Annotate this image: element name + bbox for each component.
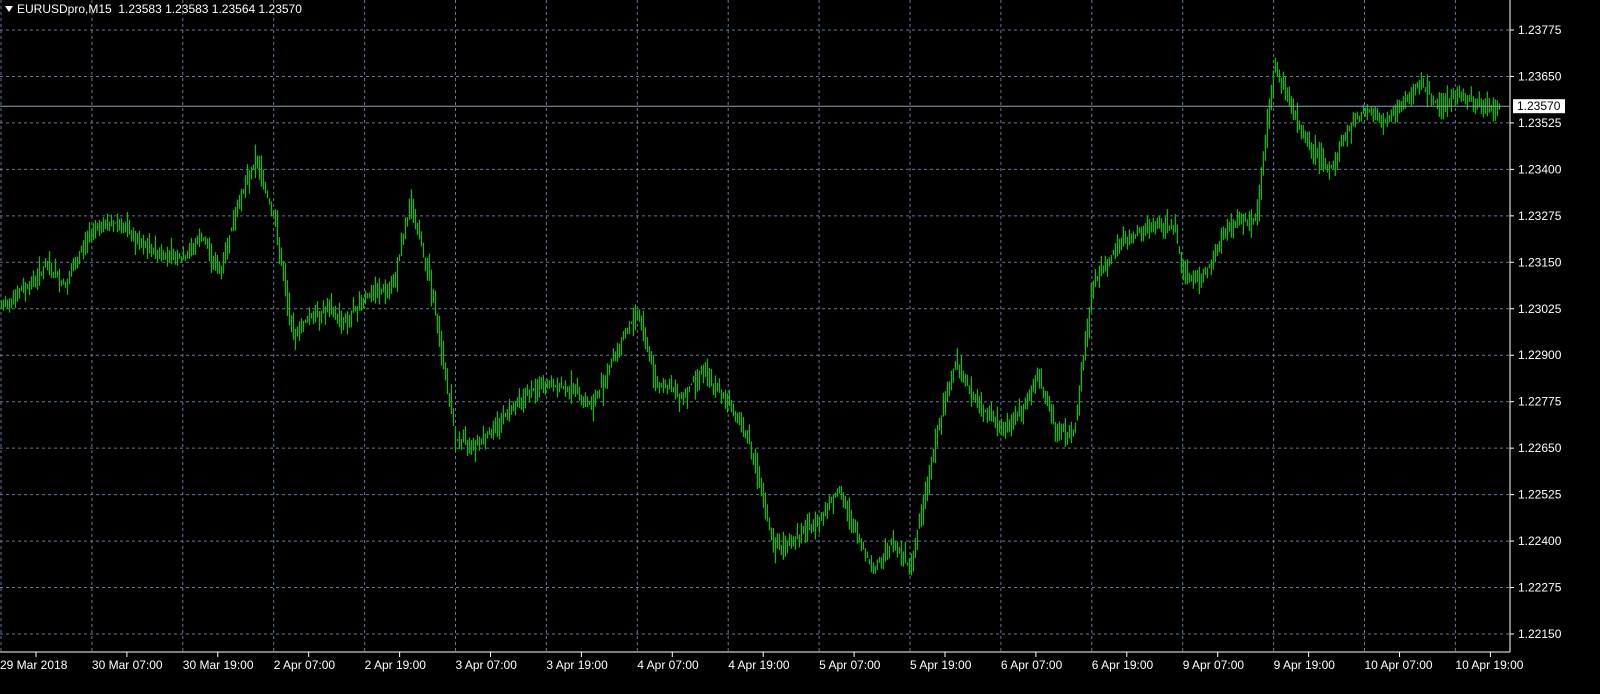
x-tick-label: 2 Apr 07:00 xyxy=(274,658,336,672)
y-tick-label: 1.22900 xyxy=(1518,348,1562,362)
y-tick-label: 1.23150 xyxy=(1518,255,1562,269)
x-tick-label: 3 Apr 07:00 xyxy=(456,658,518,672)
x-tick-label: 4 Apr 19:00 xyxy=(728,658,790,672)
y-tick-label: 1.23025 xyxy=(1518,302,1562,316)
price-bars xyxy=(0,57,1500,576)
y-tick-label: 1.22775 xyxy=(1518,395,1562,409)
x-tick-label: 3 Apr 19:00 xyxy=(546,658,608,672)
y-tick-label: 1.22150 xyxy=(1518,627,1562,641)
x-tick-label: 30 Mar 19:00 xyxy=(183,658,254,672)
y-tick-label: 1.23650 xyxy=(1518,69,1562,83)
y-tick-label: 1.22650 xyxy=(1518,441,1562,455)
grid xyxy=(0,0,1510,652)
x-tick-label: 10 Apr 19:00 xyxy=(1455,658,1523,672)
x-tick-label: 10 Apr 07:00 xyxy=(1365,658,1433,672)
x-tick-label: 6 Apr 19:00 xyxy=(1092,658,1154,672)
symbol-label: EURUSDpro,M15 xyxy=(17,2,112,16)
y-tick-label: 1.23275 xyxy=(1518,209,1562,223)
collapse-triangle-icon[interactable] xyxy=(5,6,13,12)
y-tick-label: 1.23400 xyxy=(1518,162,1562,176)
x-tick-label: 9 Apr 19:00 xyxy=(1274,658,1336,672)
x-tick-label: 30 Mar 07:00 xyxy=(92,658,163,672)
axes: 1.23775 1.23650 1.23525 1.23400 1.23275 1.231… xyxy=(0,0,1565,672)
y-tick-label: 1.23525 xyxy=(1518,116,1562,130)
ohlc-values: 1.23583 1.23583 1.23564 1.23570 xyxy=(118,2,302,16)
y-tick-label: 1.22400 xyxy=(1518,534,1562,548)
x-tick-label: 6 Apr 07:00 xyxy=(1001,658,1063,672)
y-tick-label: 1.22275 xyxy=(1518,581,1562,595)
x-tick-label: 29 Mar 2018 xyxy=(0,658,68,672)
x-tick-label: 2 Apr 19:00 xyxy=(365,658,427,672)
y-tick-label: 1.23775 xyxy=(1518,23,1562,37)
x-tick-label: 5 Apr 19:00 xyxy=(910,658,972,672)
chart-header: EURUSDpro,M15 1.23583 1.23583 1.23564 1.… xyxy=(2,2,302,16)
y-tick-label: 1.22525 xyxy=(1518,488,1562,502)
x-tick-label: 9 Apr 07:00 xyxy=(1183,658,1245,672)
x-tick-label: 5 Apr 07:00 xyxy=(819,658,881,672)
current-price-label: 1.23570 xyxy=(1517,99,1561,113)
x-tick-label: 4 Apr 07:00 xyxy=(637,658,699,672)
chart-canvas[interactable]: 1.23775 1.23650 1.23525 1.23400 1.23275 1.231… xyxy=(0,0,1600,689)
price-chart[interactable]: 1.23775 1.23650 1.23525 1.23400 1.23275 1.231… xyxy=(0,0,1600,689)
